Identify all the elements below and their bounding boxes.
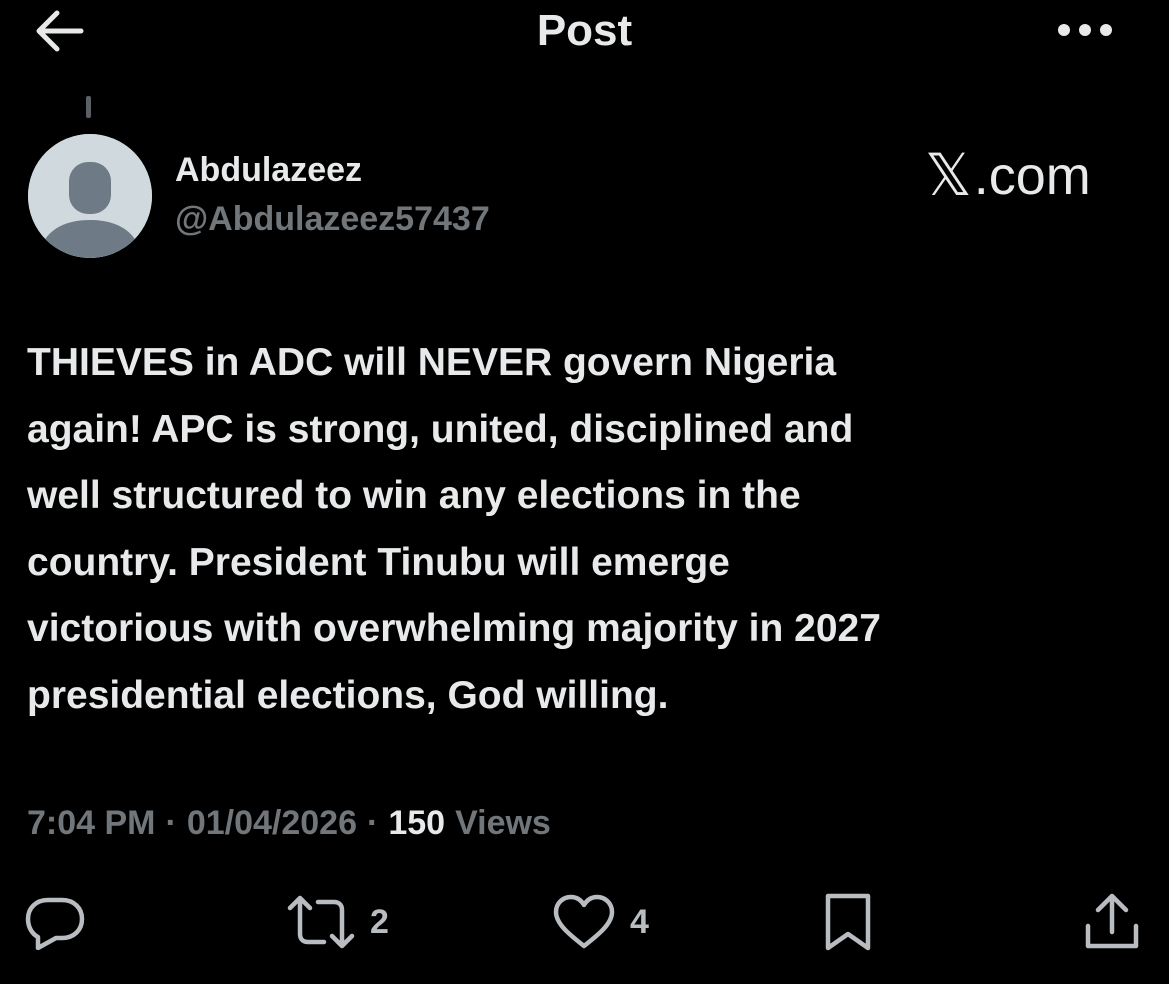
share-button[interactable] — [1082, 890, 1142, 954]
bookmark-button[interactable] — [820, 890, 876, 954]
more-options-button[interactable] — [1052, 10, 1118, 50]
thread-connector-line — [86, 96, 91, 118]
post-text-line: again! APC is strong, united, discipline… — [27, 407, 854, 451]
like-button[interactable]: 4 — [552, 890, 649, 954]
post-date[interactable]: 01/04/2026 — [187, 800, 357, 846]
share-icon — [1085, 893, 1139, 949]
x-logo: 𝕏 — [925, 143, 972, 208]
avatar[interactable] — [28, 134, 152, 258]
reply-button[interactable] — [24, 890, 86, 954]
heart-icon — [553, 894, 615, 949]
default-avatar-icon — [28, 134, 152, 258]
post-time[interactable]: 7:04 PM — [27, 800, 156, 846]
reply-icon — [25, 897, 85, 950]
post-text-line: THIEVES in ADC will NEVER govern Nigeria — [27, 341, 837, 384]
post-text: THIEVES in ADC will NEVER govern Nigeria… — [27, 330, 1147, 729]
more-horizontal-icon — [1058, 24, 1112, 36]
meta-separator: · — [165, 804, 177, 842]
post-text-line: victorious with overwhelming majority in… — [27, 607, 881, 650]
author-handle[interactable]: @Abdulazeez57437 — [175, 198, 490, 240]
back-button[interactable] — [30, 6, 88, 56]
x-com-watermark: 𝕏 .com — [925, 143, 1091, 208]
repost-icon — [287, 895, 355, 949]
author-name[interactable]: Abdulazeez — [175, 150, 362, 190]
watermark-domain: .com — [973, 146, 1091, 206]
views-count[interactable]: 150 — [388, 800, 445, 846]
repost-count: 2 — [370, 903, 389, 941]
page-title: Post — [536, 6, 633, 55]
post-text-line: well structured to win any elections in … — [27, 474, 801, 517]
repost-button[interactable]: 2 — [286, 890, 389, 954]
views-label: Views — [455, 804, 551, 842]
arrow-left-icon — [36, 10, 84, 52]
like-count: 4 — [630, 903, 649, 941]
post-text-line: presidential elections, God willing. — [27, 673, 669, 717]
post-meta: 7:04 PM · 01/04/2026 · 150 Views — [27, 800, 551, 846]
post-text-line: country. President Tinubu will emerge — [27, 540, 730, 584]
bookmark-icon — [825, 893, 871, 951]
meta-separator: · — [367, 804, 379, 842]
